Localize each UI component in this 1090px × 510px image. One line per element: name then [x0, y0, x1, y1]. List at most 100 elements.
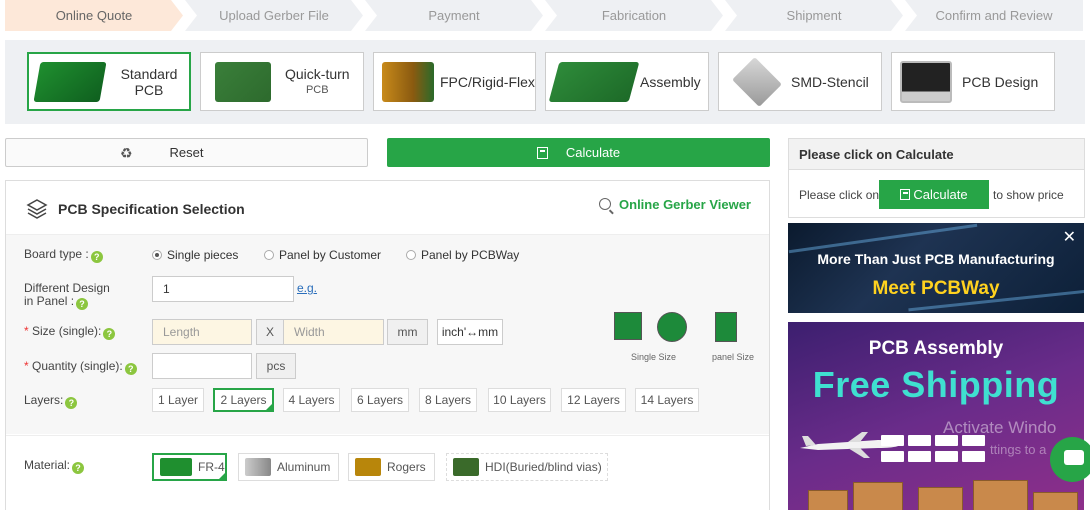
ad-banner-free-shipping[interactable]: PCB Assembly Free Shipping — [788, 322, 1084, 510]
ad2-headline: PCB Assembly — [868, 338, 1004, 359]
board-type-single-pieces[interactable]: Single pieces — [152, 248, 238, 262]
product-assembly[interactable]: Assembly — [545, 52, 709, 111]
board-type-panel-by-pcbway[interactable]: Panel by PCBWay — [406, 248, 519, 262]
ad1-subheadline: Meet PCBWay — [872, 278, 1000, 299]
aluminum-image — [245, 458, 271, 476]
unit-toggle-button[interactable]: inch'↔mm — [437, 319, 503, 345]
size-unit: mm — [387, 319, 428, 345]
product-smd-stencil[interactable]: SMD-Stencil — [718, 52, 882, 111]
round-board-image — [657, 312, 687, 342]
online-gerber-viewer-link[interactable]: Online Gerber Viewer — [599, 197, 751, 212]
activate-windows-watermark-2: ttings to a — [990, 442, 1047, 457]
gerber-viewer-label: Online Gerber Viewer — [619, 197, 751, 212]
search-icon — [599, 198, 612, 210]
panel-size-label: panel Size — [712, 352, 755, 362]
quantity-input[interactable] — [152, 353, 252, 379]
layer-option-10[interactable]: 10 Layers — [488, 388, 551, 412]
help-icon[interactable]: ? — [124, 363, 137, 375]
fr4-image — [160, 458, 192, 476]
board-type-panel-by-customer[interactable]: Panel by Customer — [264, 248, 381, 262]
product-label: SMD-Stencil — [791, 73, 869, 90]
pcb-spec-panel: PCB Specification Selection Online Gerbe… — [5, 180, 770, 510]
spec-header: PCB Specification Selection Online Gerbe… — [6, 181, 769, 235]
assembly-image — [548, 61, 640, 102]
length-input[interactable]: Length — [152, 319, 252, 345]
material-label: Material:? — [24, 459, 85, 474]
price-panel-body: Please click on Calculate to show price — [788, 170, 1085, 218]
layers-label: Layers:? — [24, 394, 78, 409]
layer-option-6[interactable]: 6 Layers — [351, 388, 409, 412]
progress-steps: Online Quote Upload Gerber File Payment … — [5, 0, 1085, 31]
step-shipment[interactable]: Shipment — [725, 0, 903, 31]
product-quick-turn[interactable]: Quick-turn PCB — [200, 52, 364, 111]
layer-option-12[interactable]: 12 Layers — [561, 388, 626, 412]
pcb-design-image — [900, 60, 952, 103]
different-design-label: Different Design in Panel :? — [24, 281, 110, 310]
price-hint-after: to show price — [993, 188, 1064, 202]
product-label: Standard PCB — [120, 65, 178, 98]
product-label: Quick-turn — [285, 65, 350, 82]
material-fr4[interactable]: FR-4 — [152, 453, 227, 481]
spec-title: PCB Specification Selection — [58, 201, 245, 217]
panel-calculate-button[interactable]: Calculate — [879, 180, 989, 209]
calculator-icon — [536, 146, 548, 159]
layer-option-1[interactable]: 1 Layer — [152, 388, 204, 412]
panel-board-image — [715, 312, 737, 342]
help-icon[interactable]: ? — [103, 328, 116, 340]
product-label: FPC/Rigid-Flex — [440, 73, 535, 90]
size-label: * Size (single):? — [24, 325, 116, 340]
single-board-image — [614, 312, 642, 340]
product-standard-pcb[interactable]: Standard PCB — [27, 52, 191, 111]
radio-icon — [264, 250, 274, 260]
layer-option-2[interactable]: 2 Layers — [213, 388, 274, 412]
eg-link[interactable]: e.g. — [297, 281, 317, 295]
step-upload-gerber[interactable]: Upload Gerber File — [185, 0, 363, 31]
recycle-icon: ♻ — [120, 145, 133, 161]
step-online-quote[interactable]: Online Quote — [5, 0, 183, 31]
layers-icon — [26, 199, 48, 219]
calculate-button[interactable]: Calculate — [387, 138, 770, 167]
radio-icon — [152, 250, 162, 260]
different-design-input[interactable]: 1 — [152, 276, 294, 302]
check-icon — [217, 471, 227, 481]
product-fpc-rigid-flex[interactable]: FPC/Rigid-Flex — [373, 52, 536, 111]
quantity-label: * Quantity (single):? — [24, 360, 137, 375]
price-hint-before: Please click on — [799, 188, 880, 202]
carrier-logos — [881, 432, 991, 472]
reset-label: Reset — [169, 145, 204, 160]
ad2-subheadline: Free Shipping — [812, 364, 1060, 405]
price-panel-header: Please click on Calculate — [788, 138, 1085, 170]
product-bar: Standard PCB Quick-turn PCB FPC/Rigid-Fl… — [5, 40, 1085, 124]
check-icon — [264, 402, 274, 412]
material-aluminum[interactable]: Aluminum — [238, 453, 339, 481]
layer-option-14[interactable]: 14 Layers — [635, 388, 699, 412]
stencil-image — [732, 56, 782, 107]
step-confirm-review[interactable]: Confirm and Review — [905, 0, 1083, 31]
material-rogers[interactable]: Rogers — [348, 453, 435, 481]
radio-icon — [406, 250, 416, 260]
layer-option-8[interactable]: 8 Layers — [419, 388, 477, 412]
help-icon[interactable]: ? — [72, 462, 85, 474]
close-icon[interactable]: ✕ — [1063, 227, 1076, 247]
help-icon[interactable]: ? — [76, 298, 89, 310]
product-sublabel: PCB — [305, 83, 329, 96]
help-icon[interactable]: ? — [90, 251, 103, 263]
calculator-icon — [900, 189, 911, 200]
reset-button[interactable]: ♻ Reset — [5, 138, 368, 167]
product-pcb-design[interactable]: PCB Design — [891, 52, 1055, 111]
hdi-image — [453, 458, 479, 476]
shipping-boxes — [808, 472, 1078, 510]
help-icon[interactable]: ? — [65, 397, 78, 409]
chat-icon[interactable] — [1050, 437, 1090, 482]
fpc-image — [382, 61, 434, 102]
ad-banner-pcbway[interactable]: More Than Just PCB Manufacturing Meet PC… — [788, 223, 1084, 313]
product-label: PCB Design — [962, 73, 1039, 90]
single-size-label: Single Size — [631, 352, 677, 362]
activate-windows-watermark: Activate Windo — [943, 418, 1057, 437]
step-fabrication[interactable]: Fabrication — [545, 0, 723, 31]
product-label: Assembly — [640, 73, 701, 90]
material-hdi[interactable]: HDI(Buried/blind vias) — [446, 453, 608, 481]
width-input[interactable]: Width — [283, 319, 384, 345]
step-payment[interactable]: Payment — [365, 0, 543, 31]
layer-option-4[interactable]: 4 Layers — [283, 388, 340, 412]
